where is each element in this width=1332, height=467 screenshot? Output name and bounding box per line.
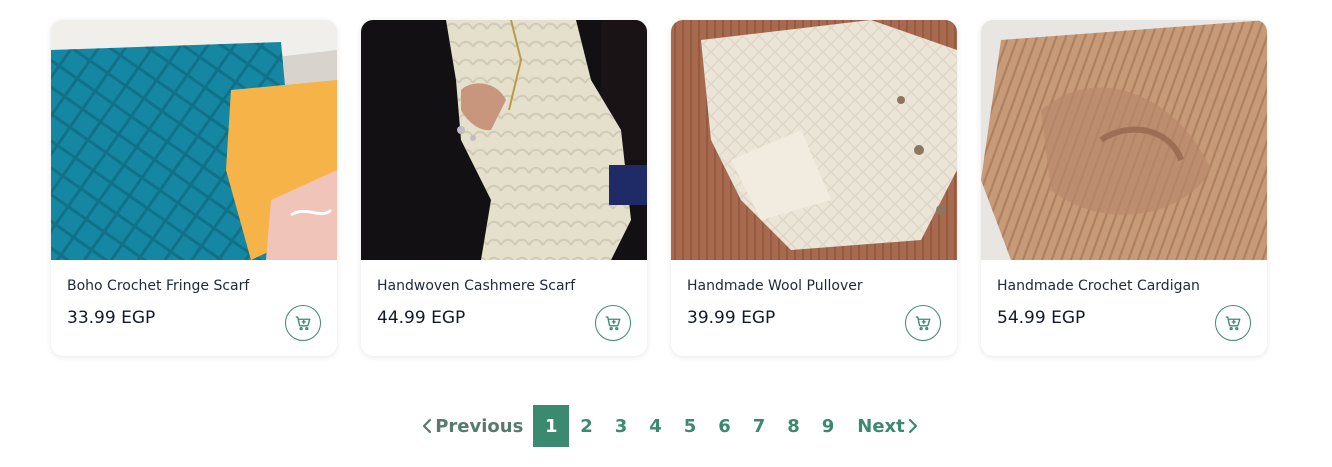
product-card[interactable]: Boho Crochet Fringe Scarf 33.99 EGP	[51, 20, 337, 356]
add-to-cart-button[interactable]	[595, 305, 631, 341]
product-grid: Boho Crochet Fringe Scarf 33.99 EGP Hand…	[51, 20, 1267, 356]
previous-page-label: Previous	[435, 415, 524, 437]
pagination: Previous 1 2 3 4 5 6 7 8 9 Next	[0, 405, 1332, 447]
page-button-2[interactable]: 2	[569, 405, 604, 447]
page-button-1[interactable]: 1	[533, 405, 570, 447]
product-image[interactable]	[51, 20, 337, 260]
product-image[interactable]	[361, 20, 647, 260]
next-page-label: Next	[857, 415, 905, 437]
product-price: 39.99 EGP	[687, 308, 776, 328]
product-title[interactable]: Handwoven Cashmere Scarf	[377, 278, 631, 294]
shopping-cart-plus-icon	[915, 316, 931, 331]
product-image[interactable]	[671, 20, 957, 260]
page-button-6[interactable]: 6	[707, 405, 742, 447]
shopping-cart-plus-icon	[295, 316, 311, 331]
page-button-3[interactable]: 3	[604, 405, 639, 447]
product-price: 33.99 EGP	[67, 308, 156, 328]
product-price: 54.99 EGP	[997, 308, 1086, 328]
page-button-7[interactable]: 7	[742, 405, 777, 447]
chevron-right-icon	[908, 418, 917, 434]
chevron-left-icon	[423, 418, 432, 434]
page-button-9[interactable]: 9	[811, 405, 846, 447]
product-card[interactable]: Handwoven Cashmere Scarf 44.99 EGP	[361, 20, 647, 356]
next-page-button[interactable]: Next	[857, 405, 918, 447]
product-title[interactable]: Boho Crochet Fringe Scarf	[67, 278, 321, 294]
product-image[interactable]	[981, 20, 1267, 260]
product-price: 44.99 EGP	[377, 308, 466, 328]
product-card[interactable]: Handmade Wool Pullover 39.99 EGP	[671, 20, 957, 356]
add-to-cart-button[interactable]	[1215, 305, 1251, 341]
previous-page-button[interactable]: Previous	[414, 405, 523, 447]
add-to-cart-button[interactable]	[285, 305, 321, 341]
page-button-5[interactable]: 5	[673, 405, 708, 447]
product-title[interactable]: Handmade Crochet Cardigan	[997, 278, 1251, 294]
add-to-cart-button[interactable]	[905, 305, 941, 341]
page-button-8[interactable]: 8	[776, 405, 811, 447]
shopping-cart-plus-icon	[605, 316, 621, 331]
product-title[interactable]: Handmade Wool Pullover	[687, 278, 941, 294]
product-card[interactable]: Handmade Crochet Cardigan 54.99 EGP	[981, 20, 1267, 356]
page-button-4[interactable]: 4	[638, 405, 673, 447]
shopping-cart-plus-icon	[1225, 316, 1241, 331]
